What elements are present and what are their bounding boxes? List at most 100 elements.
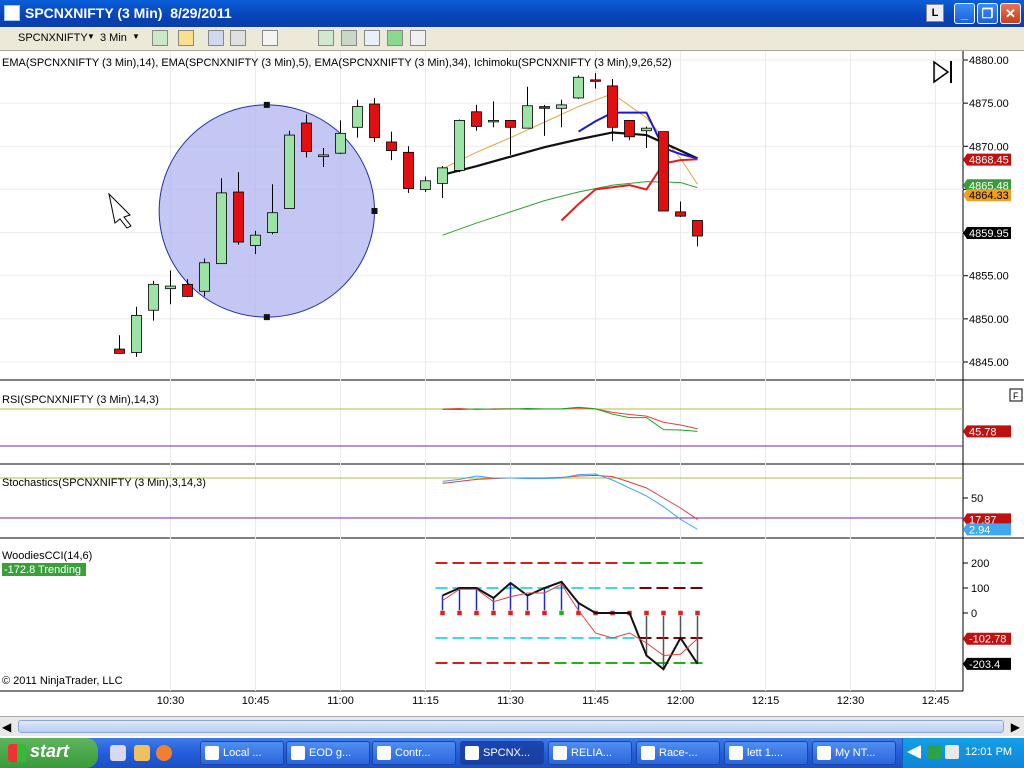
dollar-icon[interactable] bbox=[387, 30, 403, 46]
rsi-lines bbox=[0, 406, 963, 447]
candle-body bbox=[386, 141, 397, 151]
chart-area[interactable]: EMA(SPCNXNIFTY (3 Min),14), EMA(SPCNXNIF… bbox=[0, 51, 1024, 716]
stoch-series-line bbox=[442, 474, 698, 520]
bar-style-icon[interactable] bbox=[152, 30, 168, 46]
close-button[interactable]: ✕ bbox=[1000, 3, 1021, 24]
app-icon bbox=[4, 5, 20, 21]
taskbar-button[interactable]: Local ... bbox=[200, 741, 284, 765]
candle-body bbox=[420, 180, 431, 190]
tray-expand-icon[interactable] bbox=[907, 745, 921, 759]
scroll-left-icon[interactable]: ◀ bbox=[2, 720, 11, 734]
data-box-icon[interactable] bbox=[318, 30, 334, 46]
candle-body bbox=[352, 106, 363, 128]
taskbar-app-icon bbox=[377, 746, 391, 760]
taskbar-button-label: EOD g... bbox=[309, 747, 352, 759]
candle-body bbox=[556, 104, 567, 109]
taskbar-button[interactable]: lett 1.... bbox=[724, 741, 808, 765]
ellipse-handle bbox=[371, 208, 378, 214]
candle-body bbox=[539, 106, 550, 109]
tray-volume-icon[interactable] bbox=[945, 745, 959, 759]
minimize-button[interactable]: _ bbox=[954, 3, 975, 24]
candle-body bbox=[488, 120, 499, 123]
zoom-icon[interactable] bbox=[230, 30, 246, 46]
candle-body bbox=[318, 154, 329, 158]
quick-launch-explorer-icon[interactable] bbox=[110, 745, 126, 761]
candle-body bbox=[573, 76, 584, 99]
lock-button[interactable]: L bbox=[926, 4, 944, 22]
taskbar-button[interactable]: My NT... bbox=[812, 741, 896, 765]
panel-f-button[interactable]: F bbox=[1013, 391, 1019, 401]
instrument-selector[interactable]: SPCNXNIFTY bbox=[18, 32, 88, 44]
cci-zero-marker bbox=[490, 610, 497, 616]
y-tick-label: 4870.00 bbox=[969, 141, 1009, 153]
x-tick-label: 10:30 bbox=[157, 695, 185, 707]
rsi-panel-label: RSI(SPCNXNIFTY (3 Min),14,3) bbox=[2, 394, 159, 406]
y-tick-label: 4855.00 bbox=[969, 271, 1009, 283]
candle-body bbox=[114, 348, 125, 354]
taskbar-button[interactable]: Race-... bbox=[636, 741, 720, 765]
strategy-icon[interactable] bbox=[364, 30, 380, 46]
cci-zero-marker bbox=[541, 610, 548, 616]
taskbar: start Local ... EOD g... Contr... SPCNX... R… bbox=[0, 738, 1024, 768]
taskbar-button-label: Local ... bbox=[223, 747, 262, 759]
quick-launch-folder-icon[interactable] bbox=[134, 745, 150, 761]
taskbar-button[interactable]: SPCNX... bbox=[460, 741, 544, 765]
restore-button[interactable]: ❐ bbox=[977, 3, 998, 24]
rsi-series-line bbox=[442, 406, 698, 432]
chart-canvas[interactable]: EMA(SPCNXNIFTY (3 Min),14), EMA(SPCNXNIF… bbox=[0, 51, 1024, 716]
taskbar-button[interactable]: Contr... bbox=[372, 741, 456, 765]
chart-toolbar: SPCNXNIFTY ▼ 3 Min ▼ bbox=[0, 27, 1024, 51]
copyright-label: © 2011 NinjaTrader, LLC bbox=[2, 675, 123, 687]
candle-body bbox=[471, 111, 482, 127]
window-linking-icon[interactable] bbox=[410, 30, 426, 46]
candle-body bbox=[403, 151, 414, 189]
tray-network-icon[interactable] bbox=[927, 745, 941, 759]
tray-clock: 12:01 PM bbox=[965, 746, 1013, 758]
price-panel-indicators-label: EMA(SPCNXNIFTY (3 Min),14), EMA(SPCNXNIF… bbox=[2, 57, 672, 69]
horizontal-scrollbar[interactable]: ◀ ▶ bbox=[0, 716, 1024, 736]
candle-body bbox=[624, 120, 635, 138]
candle-body bbox=[454, 120, 465, 171]
candle-body bbox=[335, 132, 346, 154]
start-button[interactable]: start bbox=[0, 738, 98, 768]
cursor-icon[interactable] bbox=[262, 30, 278, 46]
cci-zero-marker bbox=[439, 610, 446, 616]
candle-body bbox=[590, 79, 601, 82]
interval-selector[interactable]: 3 Min bbox=[100, 32, 127, 44]
scrollbar-thumb[interactable] bbox=[18, 720, 1004, 733]
windows-flag-icon bbox=[8, 744, 26, 762]
taskbar-app-icon bbox=[817, 746, 831, 760]
x-tick-label: 12:00 bbox=[667, 695, 695, 707]
scroll-right-icon[interactable]: ▶ bbox=[1011, 720, 1020, 734]
taskbar-app-icon bbox=[465, 746, 479, 760]
cci-zero-marker bbox=[507, 610, 514, 616]
cci-zero-marker bbox=[524, 610, 531, 616]
candle-body bbox=[233, 191, 244, 243]
taskbar-app-icon bbox=[641, 746, 655, 760]
cci-zero-marker bbox=[558, 610, 565, 616]
pin-icon[interactable] bbox=[208, 30, 224, 46]
interval-dropdown-icon[interactable]: ▼ bbox=[132, 32, 140, 41]
pencil-icon[interactable] bbox=[178, 30, 194, 46]
system-tray: 12:01 PM bbox=[902, 738, 1024, 768]
x-axis-labels: 10:30 10:45 11:00 11:15 11:30 11:45 12:00 12:15… bbox=[157, 695, 950, 707]
candle-body bbox=[658, 131, 669, 212]
skip-to-end-icon[interactable] bbox=[933, 60, 952, 84]
x-tick-label: 12:15 bbox=[752, 695, 780, 707]
cci-zero-marker bbox=[660, 610, 667, 616]
chart-properties-icon[interactable] bbox=[341, 30, 357, 46]
quick-launch-firefox-icon[interactable] bbox=[156, 745, 172, 761]
x-tick-label: 12:30 bbox=[837, 695, 865, 707]
window-title: SPCNXNIFTY (3 Min) 8/29/2011 bbox=[25, 5, 232, 21]
price-marker-label: -102.78 bbox=[969, 634, 1006, 646]
taskbar-button-label: lett 1.... bbox=[747, 747, 784, 759]
taskbar-button-label: RELIA... bbox=[571, 747, 612, 759]
taskbar-button[interactable]: RELIA... bbox=[548, 741, 632, 765]
cci-y-tick-label: 100 bbox=[971, 583, 989, 595]
cci-panel-label: WoodiesCCI(14,6) bbox=[2, 550, 92, 562]
stoch-panel-label: Stochastics(SPCNXNIFTY (3 Min),3,14,3) bbox=[2, 477, 206, 489]
taskbar-button[interactable]: EOD g... bbox=[286, 741, 370, 765]
instrument-dropdown-icon[interactable]: ▼ bbox=[87, 32, 95, 41]
ellipse-handle bbox=[263, 101, 270, 108]
cci-y-tick-label: 0 bbox=[971, 608, 977, 620]
